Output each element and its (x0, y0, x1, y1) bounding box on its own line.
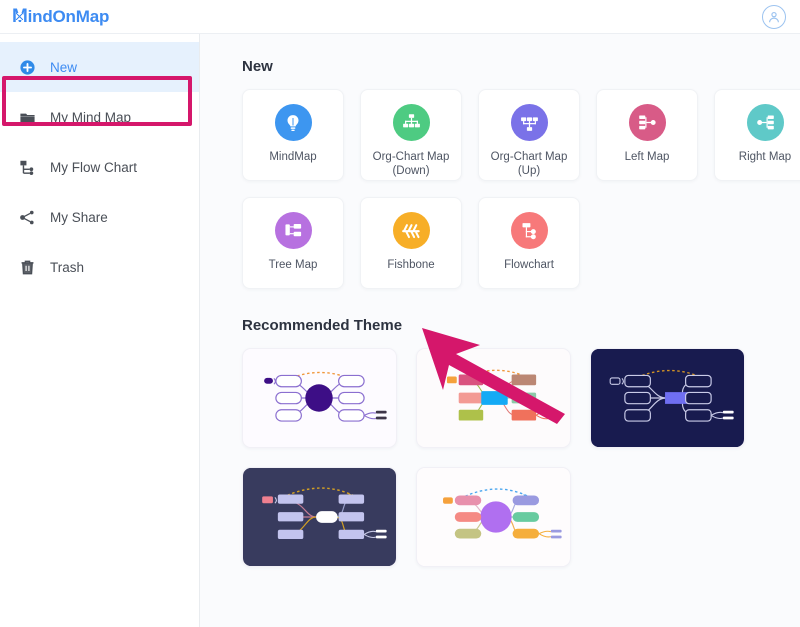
body-wrapper: New My Mind Map My Flow Chart My Share T… (0, 34, 800, 627)
right-map-icon (746, 104, 784, 141)
app-root: M indOnMap (0, 0, 800, 627)
card-mindmap[interactable]: MindMap (242, 89, 344, 181)
share-icon (18, 208, 36, 226)
card-tree-map[interactable]: Tree Map (242, 197, 344, 289)
sidebar-item-label: My Flow Chart (50, 159, 138, 175)
sidebar-item-label: My Share (50, 209, 108, 225)
theme-card-dark-slate[interactable] (242, 467, 397, 567)
theme-card-purple-light[interactable] (242, 348, 397, 448)
folder-icon (18, 108, 36, 126)
sidebar-item-label: Trash (50, 259, 85, 275)
card-org-chart-map-up[interactable]: Org-Chart Map (Up) (478, 89, 580, 181)
card-label: MindMap (269, 151, 317, 163)
logo-mark-icon: M (12, 7, 28, 26)
card-right-map[interactable]: Right Map (714, 89, 800, 181)
card-org-chart-map-down[interactable]: Org-Chart Map (Down) (360, 89, 462, 181)
card-label: Fishbone (387, 259, 435, 271)
user-account-button[interactable] (762, 4, 786, 29)
card-fishbone[interactable]: Fishbone (360, 197, 462, 289)
theme-card-dark-navy[interactable] (590, 348, 745, 448)
sidebar-item-my-mind-map[interactable]: My Mind Map (0, 92, 199, 142)
card-left-map[interactable]: Left Map (596, 89, 698, 181)
theme-card-pastel-light[interactable] (416, 467, 571, 567)
app-header: M indOnMap (0, 0, 800, 34)
sidebar-item-label: My Mind Map (50, 109, 132, 125)
sidebar-item-my-share[interactable]: My Share (0, 192, 199, 242)
card-label: Org-Chart Map (Down) (372, 151, 450, 178)
sidebar: New My Mind Map My Flow Chart My Share T… (0, 34, 200, 627)
sidebar-item-new[interactable]: New (0, 42, 199, 92)
theme-card-grid (242, 348, 800, 567)
org-chart-up-icon (510, 104, 548, 141)
left-map-icon (628, 104, 666, 141)
fishbone-icon (392, 212, 430, 249)
card-label: Flowchart (504, 259, 554, 271)
theme-section-title: Recommended Theme (242, 317, 403, 334)
logo-text: indOnMap (27, 6, 110, 26)
sidebar-item-label: New (50, 59, 78, 75)
tree-map-icon (274, 212, 312, 249)
logo-inner-mark-icon (16, 13, 23, 20)
flowchart-card-icon (510, 212, 548, 249)
lightbulb-icon (274, 104, 312, 141)
template-card-grid: MindMap Org-Chart Map (Down) Org-Chart M… (242, 89, 800, 289)
card-label: Tree Map (268, 259, 318, 271)
card-label: Left Map (624, 151, 670, 163)
flowchart-icon (18, 158, 36, 176)
trash-icon (18, 258, 36, 276)
app-logo[interactable]: M indOnMap (12, 7, 109, 27)
theme-card-colorful-light[interactable] (416, 348, 571, 448)
card-flowchart[interactable]: Flowchart (478, 197, 580, 289)
sidebar-item-trash[interactable]: Trash (0, 242, 199, 292)
main-content: New MindMap Org-Chart Map (Down) Org-Cha… (200, 34, 800, 627)
user-circle-icon (767, 10, 781, 24)
sidebar-item-my-flow-chart[interactable]: My Flow Chart (0, 142, 199, 192)
plus-circle-icon (18, 58, 36, 76)
org-chart-down-icon (392, 104, 430, 141)
card-label: Org-Chart Map (Up) (490, 151, 568, 178)
card-label: Right Map (738, 151, 792, 163)
new-section-title: New (242, 58, 273, 75)
